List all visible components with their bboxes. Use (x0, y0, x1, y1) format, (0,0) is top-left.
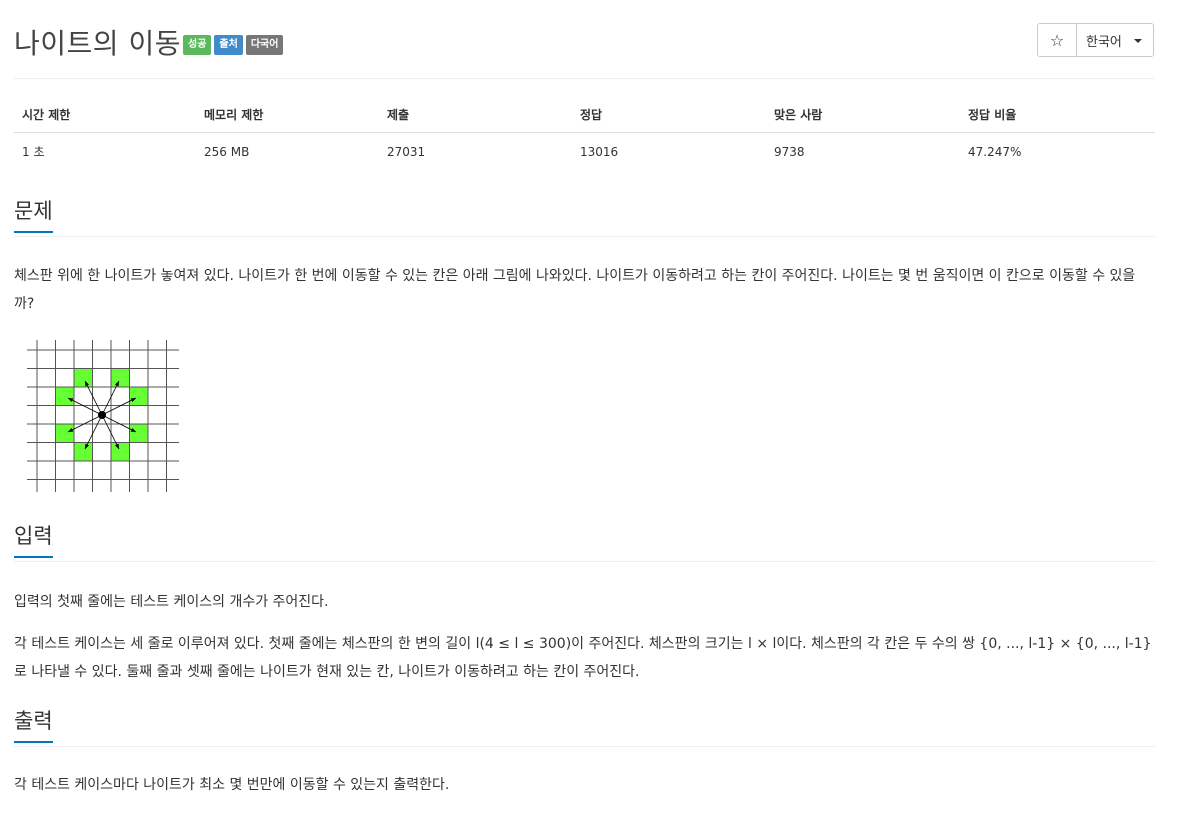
solved-users-value: 9738 (774, 144, 805, 159)
input-text-2: 각 테스트 케이스는 세 줄로 이루어져 있다. 첫째 줄에는 체스판의 한 변… (14, 636, 1152, 680)
star-icon: ☆ (1049, 30, 1065, 50)
target-cell (129, 424, 148, 443)
info-header-row: 시간 제한 메모리 제한 제출 정답 맞은 사람 정답 비율 (14, 97, 1155, 133)
accept-ratio-header: 정답 비율 (960, 97, 1155, 133)
target-cell (111, 368, 130, 387)
move-arrow (101, 397, 137, 416)
target-cell (74, 442, 93, 461)
problem-labels: 성공 출처 다국어 (183, 35, 284, 55)
target-cell (55, 424, 74, 443)
output-text: 각 테스트 케이스마다 나이트가 최소 몇 번만에 이동할 수 있는지 출력한다… (14, 777, 450, 793)
input-text-1: 입력의 첫째 줄에는 테스트 케이스의 개수가 주어진다. (14, 594, 329, 610)
language-label: 한국어 (1086, 34, 1122, 50)
move-arrow (84, 414, 103, 450)
input-header: 입력 (14, 521, 1155, 562)
source-label[interactable]: 출처 (214, 35, 243, 55)
description-text: 체스판 위에 한 나이트가 놓여져 있다. 나이트가 한 번에 이동할 수 있는… (14, 268, 1136, 312)
memory-limit-value: 256 MB (204, 144, 250, 159)
accept-ratio-value: 47.247% (968, 144, 1022, 159)
memory-limit-header: 메모리 제한 (196, 97, 379, 133)
submissions-header: 제출 (379, 97, 572, 133)
move-arrow (67, 397, 103, 416)
target-cell (129, 387, 148, 406)
knight-position (98, 411, 106, 419)
output-header: 출력 (14, 706, 1155, 747)
target-cell (111, 442, 130, 461)
success-label[interactable]: 성공 (183, 35, 212, 55)
target-cell (74, 368, 93, 387)
time-limit-header: 시간 제한 (14, 97, 196, 133)
problem-title: 나이트의 이동 (14, 27, 181, 60)
accepted-value: 13016 (580, 144, 619, 159)
time-limit-value: 1 초 (22, 145, 45, 159)
info-value-row: 1 초 256 MB 27031 13016 9738 47.247% (14, 133, 1155, 171)
star-button[interactable]: ☆ (1038, 24, 1077, 56)
input-title: 입력 (14, 521, 53, 558)
description-title: 문제 (14, 196, 53, 233)
accepted-header: 정답 (572, 97, 766, 133)
problem-page: 나이트의 이동 성공 출처 다국어 ☆ 한국어 시간 제한 메모리 제한 제출 (0, 0, 1191, 815)
knight-move-figure (27, 340, 179, 492)
problem-actions: ☆ 한국어 (1037, 23, 1154, 57)
language-dropdown[interactable]: 한국어 (1077, 24, 1153, 56)
multilang-label[interactable]: 다국어 (245, 35, 284, 55)
title-row: 나이트의 이동 성공 출처 다국어 ☆ 한국어 (14, 18, 1154, 79)
chevron-down-icon (1133, 39, 1142, 43)
move-arrow (84, 380, 103, 416)
description-header: 문제 (14, 196, 1155, 237)
problem-info-table: 시간 제한 메모리 제한 제출 정답 맞은 사람 정답 비율 1 초 256 M… (14, 97, 1155, 170)
solved-users-header: 맞은 사람 (766, 97, 960, 133)
submissions-value: 27031 (387, 144, 426, 159)
target-cell (55, 387, 74, 406)
output-title: 출력 (14, 706, 53, 743)
